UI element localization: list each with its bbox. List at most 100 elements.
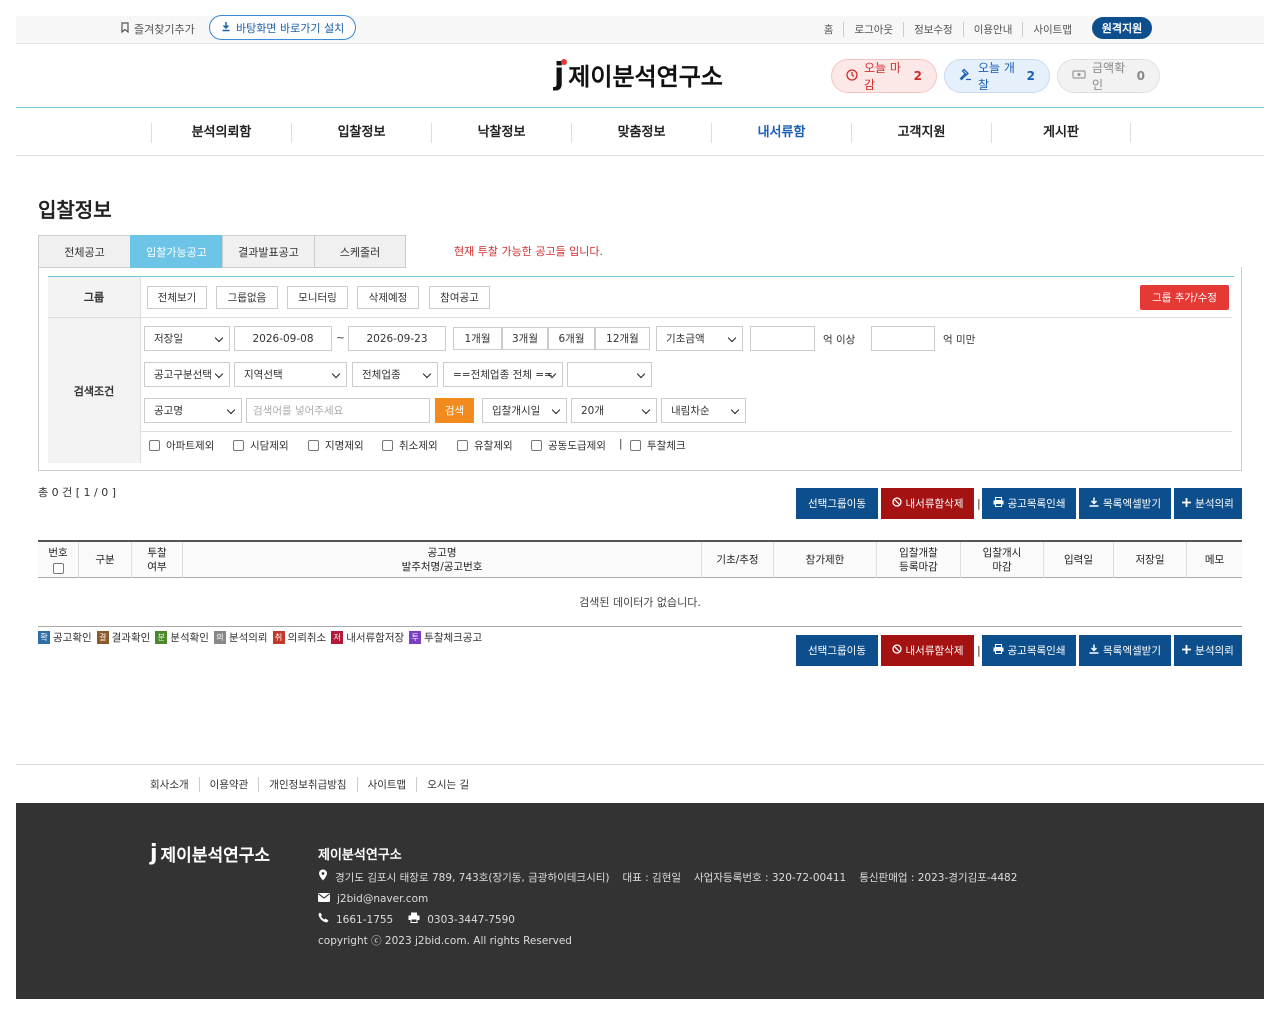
address: 경기도 김포시 태장로 789, 743호(장기동, 금광하이테크시티) [335, 872, 610, 884]
period-12m-button[interactable]: 12개월 [595, 327, 650, 350]
group-none-button[interactable]: 그룹없음 [216, 286, 278, 309]
request-analysis-button[interactable]: 분석의뢰 [1174, 488, 1242, 519]
exclude-failed-checkbox[interactable]: 유찰제외 [457, 438, 513, 453]
remote-support-button[interactable]: 원격지원 [1092, 17, 1152, 39]
group-label: 그룹 [48, 277, 141, 318]
print-list-button[interactable]: 공고목록인쇄 [982, 488, 1076, 519]
delete-from-docs-button[interactable]: 내서류함삭제 [881, 635, 974, 666]
tab-available[interactable]: 입찰가능공고 [130, 235, 222, 268]
industry-select[interactable]: 전체업종 [352, 362, 438, 387]
logo-mark-icon: j [554, 57, 568, 92]
nav-my-documents[interactable]: 내서류함 [711, 122, 851, 143]
phone: 1661-1755 [336, 914, 394, 926]
exclude-joint-checkbox[interactable]: 공동도급제외 [531, 438, 606, 453]
sort-field-select[interactable]: 입찰개시일 [482, 398, 567, 423]
checkbox-box[interactable] [382, 440, 393, 451]
date-tilde: ~ [336, 332, 345, 344]
period-3m-button[interactable]: 3개월 [502, 327, 548, 350]
footer-links: 회사소개 이용약관 개인정보취급방침 사이트맵 오시는 길 [16, 764, 1264, 803]
top-link-logout[interactable]: 로그아웃 [844, 22, 905, 37]
page-title: 입찰정보 [38, 198, 112, 222]
nav-customer-support[interactable]: 고객지원 [851, 122, 991, 143]
today-deadline-button[interactable]: 오늘 마감 2 [831, 59, 937, 93]
tab-bar: 전체공고 입찰가능공고 결과발표공고 스케줄러 [38, 235, 406, 268]
checkbox-box[interactable] [233, 440, 244, 451]
search-button[interactable]: 검색 [435, 398, 474, 423]
footer-link-sitemap[interactable]: 사이트맵 [358, 777, 418, 792]
tab-scheduler[interactable]: 스케줄러 [314, 235, 406, 268]
site-logo[interactable]: j 제이분석연구소 [554, 57, 723, 92]
move-group-button[interactable]: 선택그룹이동 [796, 635, 878, 666]
exclude-apartment-checkbox[interactable]: 아파트제외 [149, 438, 214, 453]
notice-type-select[interactable]: 공고구분선택 [144, 362, 230, 387]
checkbox-box[interactable] [308, 440, 319, 451]
sort-order-select[interactable]: 내림차순 [661, 398, 746, 423]
col-notice-name: 공고명 발주처명/공고번호 [183, 542, 702, 578]
nav-award-info[interactable]: 낙찰정보 [431, 122, 571, 143]
bid-check-checkbox[interactable]: 투찰체크 [630, 438, 686, 453]
amount-min-input[interactable] [750, 326, 815, 351]
excel-download-button[interactable]: 목록엑셀받기 [1079, 488, 1171, 519]
footer-link-about[interactable]: 회사소개 [150, 777, 200, 792]
date-to-input[interactable]: 2026-09-23 [348, 326, 446, 351]
nav-custom-info[interactable]: 맞춤정보 [571, 122, 711, 143]
excel-download-button[interactable]: 목록엑셀받기 [1079, 635, 1171, 666]
footer-link-privacy[interactable]: 개인정보취급방침 [259, 777, 358, 792]
exclude-cancelled-checkbox[interactable]: 취소제외 [382, 438, 438, 453]
print-list-button[interactable]: 공고목록인쇄 [982, 635, 1076, 666]
top-link-home[interactable]: 홈 [814, 22, 845, 37]
group-delete-scheduled-button[interactable]: 삭제예정 [357, 286, 419, 309]
keyword-type-select[interactable]: 공고명 [144, 398, 242, 423]
group-all-button[interactable]: 전체보기 [147, 286, 207, 309]
amount-check-button[interactable]: 금액확인 0 [1057, 59, 1160, 93]
checkbox-box[interactable] [149, 440, 160, 451]
business-number: 사업자등록번호 : 320-72-00411 [694, 872, 847, 884]
tab-all[interactable]: 전체공고 [38, 235, 130, 268]
period-1m-button[interactable]: 1개월 [453, 327, 502, 350]
col-type: 구분 [79, 542, 132, 578]
nav-bid-info[interactable]: 입찰정보 [291, 122, 431, 143]
date-from-input[interactable]: 2026-09-08 [234, 326, 332, 351]
period-6m-button[interactable]: 6개월 [548, 327, 595, 350]
saved-to-docs-icon: 저 [331, 631, 344, 644]
page-size-select[interactable]: 20개 [571, 398, 657, 423]
tab-results[interactable]: 결과발표공고 [222, 235, 314, 268]
checkbox-box[interactable] [630, 440, 641, 451]
sub-industry-select[interactable] [567, 362, 652, 387]
region-select[interactable]: 지역선택 [234, 362, 347, 387]
bid-check-icon: 투 [409, 631, 422, 644]
industry-detail-select[interactable]: ==전체업종 전체 == [443, 362, 563, 387]
today-opening-button[interactable]: 오늘 개찰 2 [944, 59, 1050, 93]
amount-max-input[interactable] [871, 326, 935, 351]
main-nav: 분석의뢰함 입찰정보 낙찰정보 맞춤정보 내서류함 고객지원 게시판 [16, 109, 1264, 156]
request-analysis-button[interactable]: 분석의뢰 [1174, 635, 1242, 666]
group-add-edit-button[interactable]: 그룹 추가/수정 [1140, 285, 1229, 310]
move-group-button[interactable]: 선택그룹이동 [796, 488, 878, 519]
keyword-input[interactable]: 검색어를 넣어주세요 [246, 398, 430, 423]
nav-board[interactable]: 게시판 [991, 122, 1131, 143]
download-icon [221, 21, 231, 35]
footer-link-directions[interactable]: 오시는 길 [417, 777, 479, 792]
favorite-link[interactable]: 즐겨찾기추가 [120, 21, 195, 37]
delete-from-docs-button[interactable]: 내서류함삭제 [881, 488, 974, 519]
footer-link-terms[interactable]: 이용약관 [200, 777, 260, 792]
print-icon [993, 644, 1004, 657]
amount-type-select[interactable]: 기초금액 [656, 326, 743, 351]
checkbox-box[interactable] [531, 440, 542, 451]
exclude-nominated-checkbox[interactable]: 지명제외 [308, 438, 364, 453]
date-type-select[interactable]: 저장일 [144, 326, 230, 351]
exclude-sidam-checkbox[interactable]: 시담제외 [233, 438, 289, 453]
plus-icon [1182, 497, 1192, 510]
top-link-sitemap[interactable]: 사이트맵 [1023, 22, 1082, 37]
amount-max-unit: 억 미만 [943, 334, 976, 346]
group-participating-button[interactable]: 참여공고 [429, 286, 490, 309]
top-link-guide[interactable]: 이용안내 [964, 22, 1024, 37]
checkbox-box[interactable] [457, 440, 468, 451]
location-icon [318, 868, 328, 889]
select-all-checkbox[interactable] [52, 563, 64, 574]
nav-analysis-request[interactable]: 분석의뢰함 [151, 122, 291, 143]
clock-icon [846, 68, 858, 84]
group-monitoring-button[interactable]: 모니터링 [287, 286, 348, 309]
desktop-shortcut-button[interactable]: 바탕화면 바로가기 설치 [209, 15, 357, 40]
top-link-profile[interactable]: 정보수정 [904, 22, 964, 37]
